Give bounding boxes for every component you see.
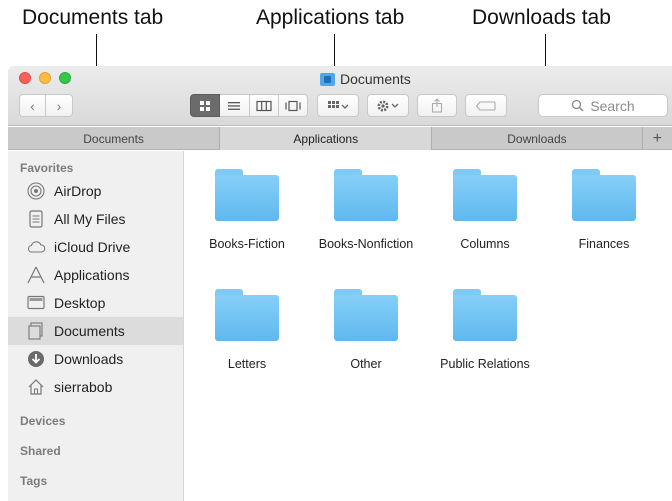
zoom-button[interactable]: [59, 72, 71, 84]
forward-button[interactable]: ›: [46, 94, 73, 117]
gear-icon: [377, 100, 399, 111]
folder-icon: [334, 169, 398, 221]
folder-item[interactable]: Public Relations: [427, 271, 543, 381]
sidebar-item-airdrop[interactable]: AirDrop: [8, 177, 183, 205]
folder-name: Books-Nonfiction: [318, 237, 414, 251]
tab-documents[interactable]: Documents: [8, 127, 221, 150]
tab-label: Applications: [293, 131, 359, 146]
folder-icon: [215, 289, 279, 341]
sidebar-heading-shared: Shared: [20, 444, 61, 458]
action-button[interactable]: [367, 94, 409, 117]
plus-icon: +: [652, 129, 662, 147]
cover-flow-icon: [285, 100, 301, 111]
tab-downloads[interactable]: Downloads: [432, 127, 643, 150]
chevron-right-icon: ›: [56, 97, 62, 114]
folder-name: Public Relations: [440, 357, 530, 371]
sidebar-item-label: sierrabob: [54, 379, 113, 395]
applications-icon: [26, 265, 46, 285]
file-browser: Books-Fiction Books-Nonfiction Columns F…: [185, 151, 672, 501]
documents-icon: [26, 321, 46, 341]
all-my-files-icon: [26, 209, 46, 229]
callout-applications-tab: Applications tab: [256, 6, 405, 29]
folder-name: Letters: [227, 357, 267, 371]
search-placeholder: Search: [590, 97, 635, 114]
folder-item[interactable]: Other: [308, 271, 424, 381]
sidebar-heading-devices: Devices: [20, 414, 66, 428]
share-icon: [431, 98, 443, 113]
icon-view-button[interactable]: [190, 94, 221, 117]
folder-name: Columns: [460, 237, 510, 251]
search-field[interactable]: Search: [538, 94, 668, 117]
folder-item[interactable]: Columns: [427, 151, 543, 261]
sidebar-item-all-my-files[interactable]: All My Files: [8, 205, 183, 233]
column-view-button[interactable]: [249, 94, 279, 117]
sidebar-item-downloads[interactable]: Downloads: [8, 345, 183, 373]
folder-name: Other: [350, 357, 382, 371]
sidebar-item-icloud-drive[interactable]: iCloud Drive: [8, 233, 183, 261]
sidebar-item-label: AirDrop: [54, 183, 102, 199]
desktop-icon: [26, 293, 46, 313]
chevron-left-icon: ‹: [30, 97, 35, 114]
sidebar-item-label: Downloads: [54, 351, 124, 367]
airdrop-icon: [26, 181, 46, 201]
search-icon: [572, 99, 584, 112]
folder-item[interactable]: Letters: [189, 271, 305, 381]
folder-icon: [334, 289, 398, 341]
window-title-text: Documents: [340, 71, 411, 87]
nav-group: ‹ ›: [19, 94, 73, 117]
tag-icon: [475, 100, 496, 111]
minimize-button[interactable]: [39, 72, 51, 84]
columns-icon: [256, 100, 272, 111]
sidebar-heading-favorites: Favorites: [20, 161, 74, 175]
back-button[interactable]: ‹: [19, 94, 46, 117]
tab-applications[interactable]: Applications: [220, 127, 433, 150]
tab-label: Documents: [83, 131, 144, 146]
finder-window: Documents ‹ › Search Documents Applicati…: [8, 66, 672, 501]
sidebar-item-label: iCloud Drive: [54, 239, 131, 255]
toolbar: Documents ‹ › Search: [8, 66, 672, 126]
sidebar-item-label: All My Files: [54, 211, 126, 227]
sidebar-heading-tags: Tags: [20, 474, 48, 488]
folder-icon: [453, 169, 517, 221]
new-tab-button[interactable]: +: [643, 127, 672, 150]
arrange-button[interactable]: [317, 94, 359, 117]
share-button[interactable]: [417, 94, 457, 117]
sidebar-item-sierrabob[interactable]: sierrabob: [8, 373, 183, 401]
callout-downloads-tab: Downloads tab: [472, 6, 611, 29]
tab-label: Downloads: [507, 131, 567, 146]
close-button[interactable]: [19, 72, 31, 84]
sidebar-item-desktop[interactable]: Desktop: [8, 289, 183, 317]
sidebar-item-label: Documents: [54, 323, 125, 339]
home-icon: [26, 377, 46, 397]
sidebar-item-label: Desktop: [54, 295, 106, 311]
arrange-icon: [328, 100, 349, 109]
folder-name: Books-Fiction: [209, 237, 285, 251]
folder-name: Finances: [578, 237, 630, 251]
folder-icon: [453, 289, 517, 341]
window-title: Documents: [320, 69, 411, 89]
folder-item[interactable]: Books-Nonfiction: [308, 151, 424, 261]
sidebar: Favorites AirDrop All My Files iCloud Dr…: [8, 151, 184, 501]
grid-icon: [200, 100, 211, 111]
list-icon: [228, 101, 241, 110]
tab-bar: Documents Applications Downloads +: [8, 127, 672, 150]
cloud-icon: [26, 237, 46, 257]
tag-button[interactable]: [465, 94, 507, 117]
view-mode-group: [190, 94, 308, 117]
folder-icon: [320, 72, 335, 86]
folder-item[interactable]: Finances: [546, 151, 662, 261]
folder-item[interactable]: Books-Fiction: [189, 151, 305, 261]
sidebar-item-label: Applications: [54, 267, 130, 283]
sidebar-item-applications[interactable]: Applications: [8, 261, 183, 289]
downloads-icon: [26, 349, 46, 369]
folder-icon: [572, 169, 636, 221]
folder-icon: [215, 169, 279, 221]
sidebar-item-documents[interactable]: Documents: [8, 317, 183, 345]
cover-flow-button[interactable]: [278, 94, 308, 117]
list-view-button[interactable]: [220, 94, 250, 117]
callout-documents-tab: Documents tab: [22, 6, 164, 29]
